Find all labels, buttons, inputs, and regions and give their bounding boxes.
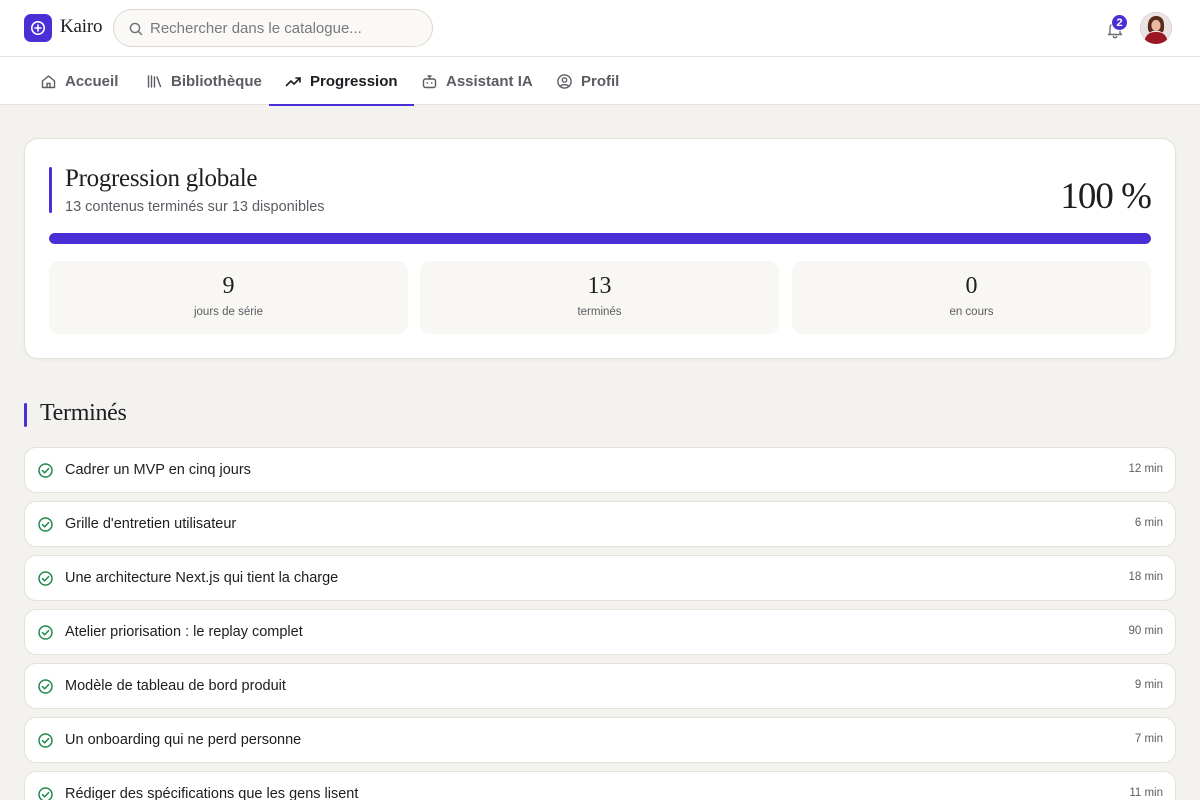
avatar[interactable] (1140, 12, 1172, 44)
progress-bar (49, 233, 1151, 244)
list-item[interactable]: Grille d'entretien utilisateur 6 min (24, 501, 1176, 547)
search-icon (129, 22, 143, 36)
notification-badge: 2 (1111, 14, 1128, 31)
tab-progression[interactable]: Progression (269, 57, 414, 106)
stat-value: 9 (222, 273, 235, 299)
progress-card: Progression globale 13 contenus terminés… (24, 138, 1176, 359)
item-duration: 7 min (1134, 733, 1163, 745)
item-title: Modèle de tableau de bord produit (65, 678, 286, 694)
item-duration: 11 min (1129, 787, 1163, 799)
check-circle-icon (38, 517, 53, 532)
main-nav: Accueil Bibliothèque Progression Assista… (0, 57, 1200, 106)
check-circle-icon (38, 463, 53, 478)
list-item[interactable]: Rédiger des spécifications que les gens … (24, 771, 1176, 800)
item-duration: 12 min (1128, 463, 1163, 475)
item-title: Rédiger des spécifications que les gens … (65, 786, 359, 800)
check-circle-icon (38, 571, 53, 586)
tab-label: Assistant IA (446, 72, 533, 90)
stat-value: 0 (965, 273, 978, 299)
check-circle-icon (38, 625, 53, 640)
check-circle-icon (38, 787, 53, 800)
search-bar[interactable] (113, 9, 433, 47)
home-icon (41, 74, 56, 88)
tab-label: Accueil (65, 72, 119, 90)
stat-streak: 9 jours de série (49, 261, 408, 334)
stat-label: terminés (577, 306, 622, 318)
item-title: Grille d'entretien utilisateur (65, 516, 237, 532)
progress-percent: 100 % (1060, 176, 1152, 217)
check-circle-icon (38, 679, 53, 694)
check-circle-icon (38, 733, 53, 748)
stat-in-progress: 0 en cours (792, 261, 1151, 334)
section-title: Terminés (40, 400, 127, 426)
item-duration: 90 min (1128, 625, 1163, 637)
progress-subtitle: 13 contenus terminés sur 13 disponibles (65, 199, 325, 215)
app-name[interactable]: Kairo (60, 16, 102, 38)
robot-icon (422, 74, 437, 88)
progress-title: Progression globale (65, 165, 258, 192)
tab-profil[interactable]: Profil (540, 57, 635, 105)
tab-label: Bibliothèque (171, 72, 262, 90)
tab-accueil[interactable]: Accueil (24, 57, 134, 105)
item-title: Un onboarding qui ne perd personne (65, 732, 302, 748)
progress-bar-fill (49, 233, 1151, 244)
stat-label: jours de série (193, 306, 264, 318)
search-input[interactable] (150, 10, 420, 46)
item-title: Atelier priorisation : le replay complet (65, 624, 303, 640)
list-item[interactable]: Modèle de tableau de bord produit 9 min (24, 663, 1176, 709)
stat-label: en cours (949, 306, 994, 318)
item-duration: 18 min (1128, 571, 1163, 583)
list-item[interactable]: Atelier priorisation : le replay complet… (24, 609, 1176, 655)
library-icon (147, 74, 162, 88)
trending-up-icon (285, 76, 301, 86)
tab-label: Profil (581, 72, 620, 90)
tab-label: Progression (310, 72, 398, 90)
accent-bar (49, 167, 52, 213)
item-title: Une architecture Next.js qui tient la ch… (65, 570, 339, 586)
list-item[interactable]: Un onboarding qui ne perd personne 7 min (24, 717, 1176, 763)
logo-icon[interactable] (24, 14, 52, 42)
list-item[interactable]: Une architecture Next.js qui tient la ch… (24, 555, 1176, 601)
item-duration: 6 min (1134, 517, 1163, 529)
item-duration: 9 min (1134, 679, 1163, 691)
top-bar: Kairo 2 (0, 0, 1200, 57)
tab-bibliotheque[interactable]: Bibliothèque (130, 57, 278, 105)
tab-assistant-ia[interactable]: Assistant IA (405, 57, 549, 105)
stat-value: 13 (587, 273, 612, 299)
user-circle-icon (557, 73, 572, 89)
item-title: Cadrer un MVP en cinq jours (65, 462, 251, 478)
section-accent-bar (24, 403, 27, 427)
list-item[interactable]: Cadrer un MVP en cinq jours 12 min (24, 447, 1176, 493)
stat-completed: 13 terminés (420, 261, 779, 334)
